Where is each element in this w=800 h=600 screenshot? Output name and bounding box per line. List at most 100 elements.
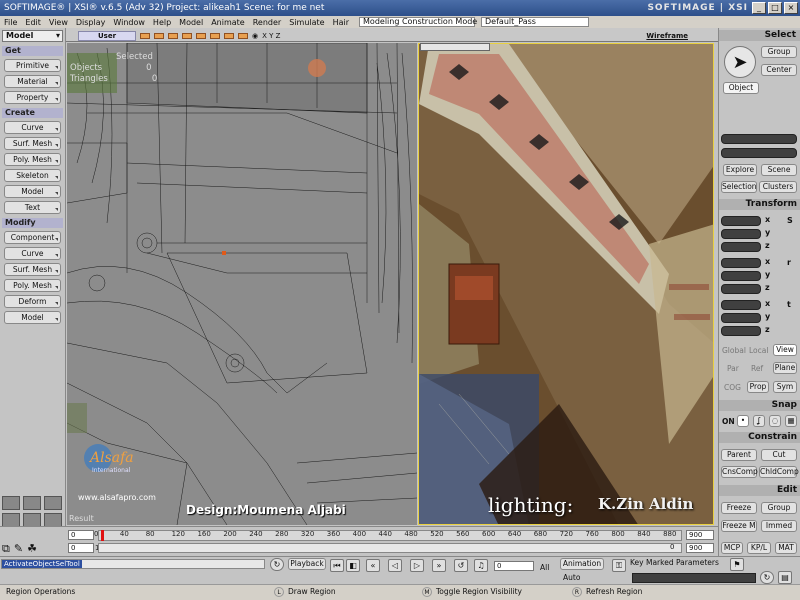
rewind-icon[interactable]: « bbox=[366, 559, 380, 572]
get-material-button[interactable]: Material bbox=[4, 75, 61, 88]
plane-toggle[interactable]: Plane bbox=[773, 362, 797, 374]
loop-icon[interactable]: ↺ bbox=[454, 559, 468, 572]
create-text-button[interactable]: Text bbox=[4, 201, 61, 214]
snap-on-toggle[interactable]: ON bbox=[722, 417, 735, 426]
menu-file[interactable]: File bbox=[0, 18, 21, 27]
mcp-button[interactable]: MCP bbox=[721, 542, 743, 554]
scale-y-field[interactable] bbox=[721, 229, 761, 239]
command-line[interactable]: ActivateObjectSelTool bbox=[1, 559, 265, 569]
translate-x-field[interactable] bbox=[721, 300, 761, 310]
view-toggle-8[interactable] bbox=[238, 32, 248, 39]
snap-point-icon[interactable]: • bbox=[737, 415, 749, 427]
menu-edit[interactable]: Edit bbox=[21, 18, 45, 27]
timeline-end2-field[interactable]: 900 bbox=[686, 543, 714, 553]
select-field-1[interactable] bbox=[721, 134, 797, 144]
timeline-end-field[interactable]: 900 bbox=[686, 530, 714, 540]
view-toggle[interactable]: View bbox=[773, 344, 797, 356]
refresh-icon[interactable]: ↻ bbox=[760, 571, 774, 584]
select-center-button[interactable]: Center bbox=[761, 64, 797, 76]
select-field-2[interactable] bbox=[721, 148, 797, 158]
modify-model-button[interactable]: Model bbox=[4, 311, 61, 324]
create-surf-mesh-button[interactable]: Surf. Mesh bbox=[4, 137, 61, 150]
immed-button[interactable]: Immed bbox=[761, 520, 797, 532]
kpl-button[interactable]: KP/L bbox=[747, 542, 771, 554]
key-flag-icon[interactable]: ⚑ bbox=[730, 558, 744, 571]
key-slider[interactable] bbox=[632, 573, 756, 583]
snap-grid-icon[interactable]: ▦ bbox=[785, 415, 797, 427]
snap-curve-icon[interactable]: ʆ bbox=[753, 415, 765, 427]
parent-button[interactable]: Parent bbox=[721, 449, 757, 461]
goto-start-icon[interactable]: ⏮ bbox=[330, 559, 344, 572]
layout-icon-6[interactable] bbox=[44, 513, 62, 527]
menu-window[interactable]: Window bbox=[109, 18, 149, 27]
view-toggle-2[interactable] bbox=[154, 32, 164, 39]
eye-icon[interactable]: ◉ bbox=[252, 32, 258, 40]
key-marked-parameters-button[interactable]: Key Marked Parameters bbox=[630, 558, 720, 570]
menu-display[interactable]: Display bbox=[72, 18, 110, 27]
view-toggle-6[interactable] bbox=[210, 32, 220, 39]
ref-toggle[interactable]: Ref bbox=[751, 364, 763, 373]
selection-button[interactable]: Selection bbox=[721, 181, 757, 193]
pass-select[interactable]: Default_Pass bbox=[481, 17, 590, 27]
menu-view[interactable]: View bbox=[45, 18, 72, 27]
play-backward-icon[interactable]: ◁ bbox=[388, 559, 402, 572]
select-group-button[interactable]: Group bbox=[761, 46, 797, 58]
scene-button[interactable]: Scene bbox=[761, 164, 797, 176]
layout-icon-1[interactable] bbox=[2, 496, 20, 510]
view-toggle-1[interactable] bbox=[140, 32, 150, 39]
modify-component-button[interactable]: Component bbox=[4, 231, 61, 244]
get-property-button[interactable]: Property bbox=[4, 91, 61, 104]
menu-model[interactable]: Model bbox=[175, 18, 207, 27]
sym-toggle[interactable]: Sym bbox=[773, 381, 797, 393]
snap-tool-icon[interactable]: ⧉ bbox=[2, 542, 10, 556]
menu-hair[interactable]: Hair bbox=[329, 18, 353, 27]
freeze-button[interactable]: Freeze bbox=[721, 502, 757, 514]
view-toggle-5[interactable] bbox=[196, 32, 206, 39]
modify-curve-button[interactable]: Curve bbox=[4, 247, 61, 260]
maximize-button[interactable]: □ bbox=[768, 2, 782, 14]
cnscomp-button[interactable]: CnsComp bbox=[721, 466, 758, 478]
prop-toggle[interactable]: Prop bbox=[747, 381, 769, 393]
snap-surface-icon[interactable]: ◌ bbox=[769, 415, 781, 427]
rotate-z-field[interactable] bbox=[721, 284, 761, 294]
key-icon[interactable]: ⚿ bbox=[612, 559, 626, 572]
translate-label[interactable]: t bbox=[787, 300, 791, 309]
modify-deform-button[interactable]: Deform bbox=[4, 295, 61, 308]
layout-icon-3[interactable] bbox=[44, 496, 62, 510]
play-forward-icon[interactable]: ▷ bbox=[410, 559, 424, 572]
freeze-m-button[interactable]: Freeze M bbox=[721, 520, 757, 532]
translate-z-field[interactable] bbox=[721, 326, 761, 336]
timeline-start-field[interactable]: 0 bbox=[68, 530, 94, 540]
translate-y-field[interactable] bbox=[721, 313, 761, 323]
fast-forward-icon[interactable]: » bbox=[432, 559, 446, 572]
explore-button[interactable]: Explore bbox=[723, 164, 757, 176]
rotate-y-field[interactable] bbox=[721, 271, 761, 281]
menu-simulate[interactable]: Simulate bbox=[285, 18, 328, 27]
scale-label[interactable]: S bbox=[787, 216, 793, 225]
viewport-rendered[interactable] bbox=[418, 43, 714, 525]
rotate-x-field[interactable] bbox=[721, 258, 761, 268]
toolbar-mode-select[interactable]: Model bbox=[2, 30, 63, 42]
all-toggle[interactable]: All bbox=[540, 563, 549, 572]
create-curve-button[interactable]: Curve bbox=[4, 121, 61, 134]
menu-help[interactable]: Help bbox=[149, 18, 175, 27]
create-skeleton-button[interactable]: Skeleton bbox=[4, 169, 61, 182]
par-toggle[interactable]: Par bbox=[727, 364, 739, 373]
range-slider[interactable] bbox=[98, 543, 682, 553]
scale-x-field[interactable] bbox=[721, 216, 761, 226]
layout-icon-5[interactable] bbox=[23, 513, 41, 527]
select-object-button[interactable]: Object bbox=[723, 82, 759, 94]
cog-toggle[interactable]: COG bbox=[724, 383, 741, 392]
view-toggle-7[interactable] bbox=[224, 32, 234, 39]
display-mode-select[interactable]: Wireframe bbox=[646, 32, 688, 40]
timeline[interactable]: 0 0 0 40 80 120 160 200 240 280 320 360 400 440 480 5… bbox=[0, 526, 718, 556]
frame-field[interactable]: 0 bbox=[494, 561, 534, 571]
layout-icon-2[interactable] bbox=[23, 496, 41, 510]
view-toggle-3[interactable] bbox=[168, 32, 178, 39]
clusters-button[interactable]: Clusters bbox=[759, 181, 797, 193]
animation-menu[interactable]: Animation bbox=[560, 558, 604, 570]
modify-poly-mesh-button[interactable]: Poly. Mesh bbox=[4, 279, 61, 292]
scale-z-field[interactable] bbox=[721, 242, 761, 252]
create-model-button[interactable]: Model bbox=[4, 185, 61, 198]
menu-render[interactable]: Render bbox=[249, 18, 285, 27]
